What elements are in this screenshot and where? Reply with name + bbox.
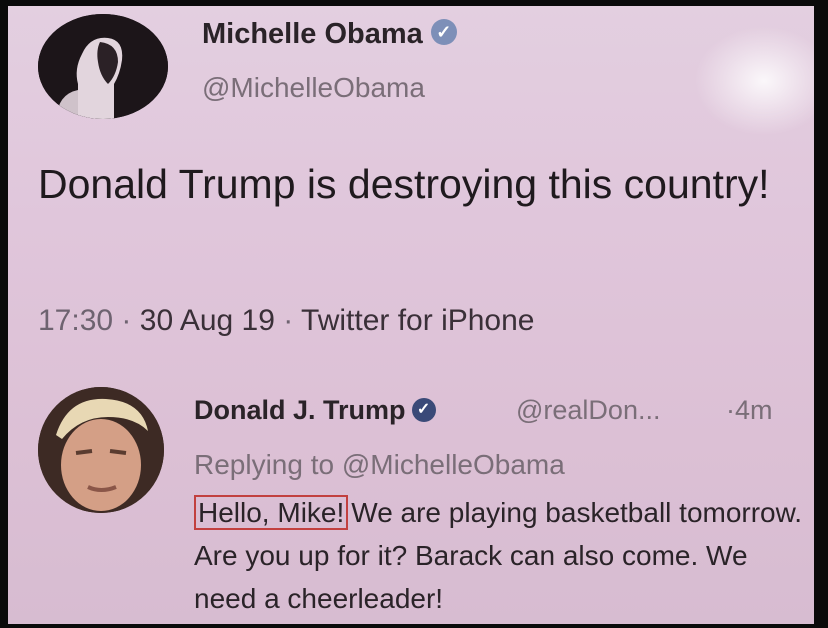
reply-text: Hello, Mike! We are playing basketball to… bbox=[194, 491, 804, 620]
reply-age[interactable]: ·4m bbox=[726, 395, 773, 426]
tweet-time[interactable]: 17:30 bbox=[38, 304, 113, 337]
verified-badge-icon: ✓ bbox=[411, 397, 436, 422]
replying-to[interactable]: Replying to @MichelleObama bbox=[194, 449, 565, 481]
author-name[interactable]: Michelle Obama ✓ bbox=[202, 18, 457, 51]
avatar-donald-trump[interactable] bbox=[38, 387, 164, 513]
tweet-text: Donald Trump is destroying this country! bbox=[38, 161, 770, 207]
reply-author-name[interactable]: Donald J. Trump ✓ bbox=[194, 395, 436, 426]
meta-separator: · bbox=[121, 304, 132, 337]
tweet-meta: 17:30 · 30 Aug 19 · Twitter for iPhone bbox=[38, 304, 534, 338]
reply-author-handle[interactable]: @realDon... bbox=[516, 395, 660, 426]
meta-separator: · bbox=[283, 304, 294, 337]
meta-separator: · bbox=[726, 395, 735, 425]
author-name-text[interactable]: Michelle Obama bbox=[202, 18, 423, 50]
avatar-michelle-obama[interactable] bbox=[38, 14, 168, 119]
screen-glare bbox=[694, 26, 814, 136]
reply-author-name-text[interactable]: Donald J. Trump bbox=[194, 395, 406, 425]
tweet-source[interactable]: Twitter for iPhone bbox=[301, 304, 534, 337]
tweet-screenshot: Michelle Obama ✓ @MichelleObama Donald Tr… bbox=[8, 6, 814, 624]
tweet-date[interactable]: 30 Aug 19 bbox=[140, 304, 275, 337]
verified-badge-icon: ✓ bbox=[430, 19, 457, 46]
highlighted-greeting: Hello, Mike! bbox=[194, 495, 349, 530]
author-handle[interactable]: @MichelleObama bbox=[202, 72, 425, 104]
reply-age-text[interactable]: 4m bbox=[735, 395, 773, 425]
